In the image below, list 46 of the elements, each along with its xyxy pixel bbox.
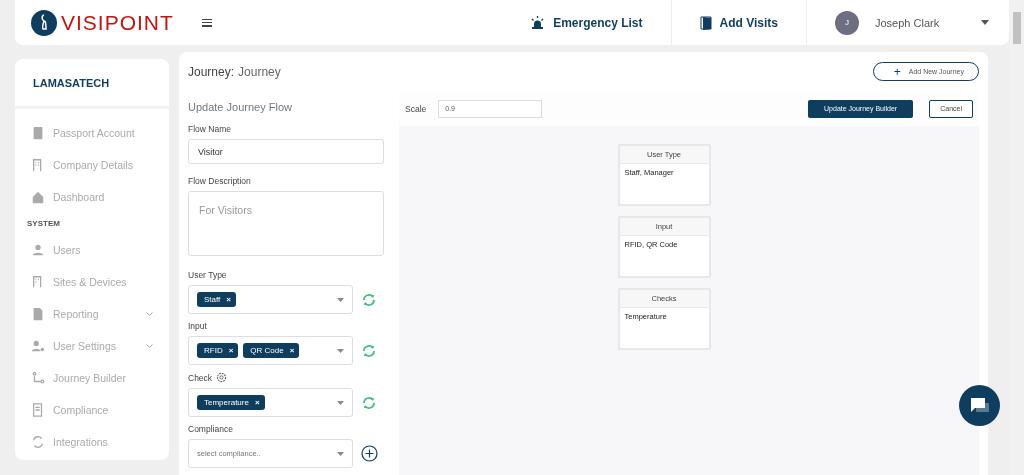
- select-field[interactable]: Staff ×: [188, 285, 353, 314]
- users-icon: [31, 243, 45, 257]
- form-heading: Update Journey Flow: [188, 101, 293, 113]
- siren-icon: [530, 16, 546, 29]
- door-icon: [699, 15, 712, 30]
- sync-icon: [31, 435, 45, 449]
- chevron-icon: [146, 343, 153, 349]
- flow-icon: [31, 371, 45, 385]
- scale-label: Scale: [405, 103, 427, 114]
- caret-icon: [337, 348, 344, 353]
- page-title: Journey: Journey: [188, 64, 281, 79]
- select-field[interactable]: Temperature ×: [188, 388, 353, 417]
- field-label: Compliance: [188, 424, 233, 434]
- company-name: LAMASATECH: [15, 59, 169, 109]
- report-icon: [31, 307, 45, 321]
- chevron-icon: [146, 311, 153, 317]
- select-field[interactable]: RFID × QR Code ×: [188, 336, 353, 365]
- tag: Temperature ×: [197, 395, 265, 410]
- caret-icon: [337, 451, 344, 456]
- header-link[interactable]: Add Visits: [670, 0, 806, 45]
- caret-icon: [337, 400, 344, 405]
- field-label: User Type: [188, 270, 227, 280]
- add-icon[interactable]: [361, 445, 378, 462]
- tag: QR Code ×: [243, 343, 300, 358]
- field-label: Flow Description: [188, 176, 252, 186]
- flow-name-field[interactable]: Visitor: [188, 139, 384, 164]
- logo-icon: [31, 9, 57, 36]
- header-link[interactable]: Emergency List: [502, 0, 671, 45]
- chat-icon: [969, 396, 990, 415]
- menu-icon[interactable]: [201, 18, 212, 27]
- settings-icon[interactable]: [216, 372, 228, 383]
- field-label: Flow Name: [188, 124, 232, 134]
- logo-text: VISIPOINT: [61, 10, 174, 35]
- tag: Staff ×: [197, 292, 236, 307]
- tag: RFID ×: [197, 343, 239, 358]
- description-field[interactable]: For Visitors: [188, 191, 384, 256]
- field-label: Input: [188, 321, 207, 331]
- home-icon: [31, 190, 45, 204]
- usersettings-icon: [31, 339, 45, 353]
- caret-icon: [337, 297, 344, 302]
- doc-icon: [31, 403, 45, 417]
- caret-icon[interactable]: [981, 20, 989, 25]
- user-name[interactable]: Joseph Clark: [875, 16, 965, 29]
- section-heading: SYSTEM: [26, 218, 61, 230]
- field-label: Check: [188, 372, 213, 383]
- user-avatar[interactable]: J: [835, 10, 859, 35]
